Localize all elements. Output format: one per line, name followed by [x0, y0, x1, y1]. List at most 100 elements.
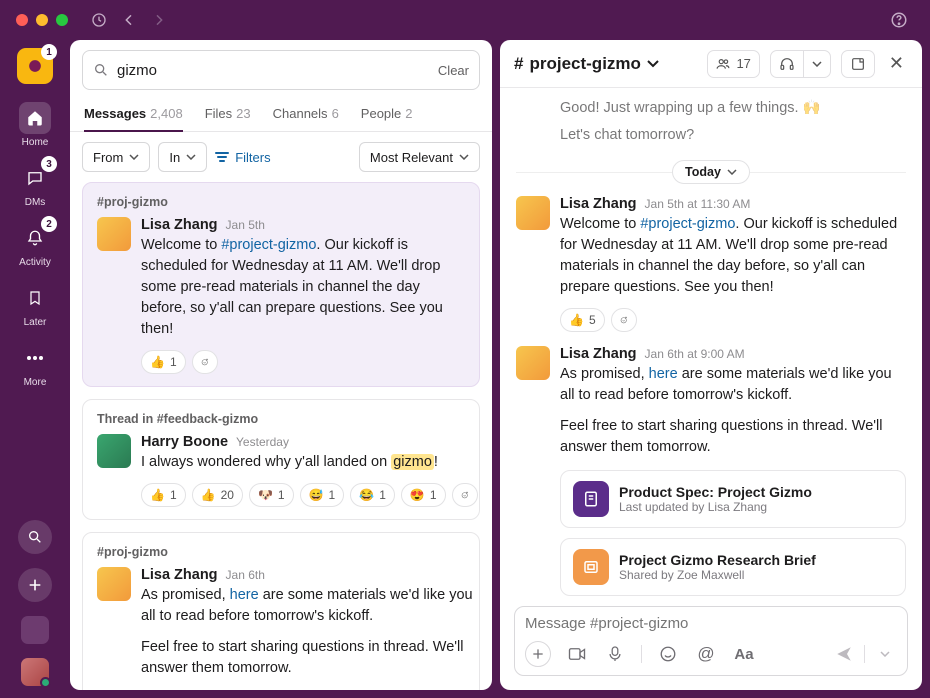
huddle-button[interactable]: [770, 50, 831, 78]
doc-subtitle: Shared by Zoe Maxwell: [619, 568, 816, 582]
forward-icon[interactable]: [148, 9, 170, 31]
avatar[interactable]: [516, 196, 550, 230]
message: Lisa ZhangJan 5th at 11:30 AM Welcome to…: [516, 196, 906, 332]
compose-button[interactable]: [18, 568, 52, 602]
history-icon[interactable]: [88, 9, 110, 31]
filter-from[interactable]: From: [82, 142, 150, 172]
my-workspace-tile[interactable]: [21, 616, 49, 644]
avatar: [97, 567, 131, 601]
chevron-down-icon[interactable]: [804, 51, 830, 77]
nav-home[interactable]: Home: [9, 98, 61, 152]
sort-select[interactable]: Most Relevant: [359, 142, 480, 172]
channel-messages[interactable]: Good! Just wrapping up a few things. 🙌Le…: [500, 88, 922, 598]
channel-title[interactable]: #project-gizmo: [514, 54, 659, 74]
help-icon[interactable]: [888, 9, 910, 31]
search-filters: From In Filters Most Relevant: [70, 132, 492, 182]
add-reaction[interactable]: [611, 308, 637, 332]
window-controls: [16, 14, 68, 26]
message-body: Let's chat tomorrow?: [560, 125, 821, 146]
add-reaction[interactable]: [452, 483, 478, 507]
format-icon[interactable]: Aa: [732, 642, 756, 666]
message-body: Feel free to start sharing questions in …: [141, 637, 480, 679]
close-window[interactable]: [16, 14, 28, 26]
author-name: Harry Boone: [141, 434, 228, 450]
search-results: #proj-gizmo Lisa ZhangJan 5th Welcome to…: [70, 182, 492, 690]
hash-icon: #: [514, 54, 523, 74]
workspace-switcher[interactable]: 1: [17, 48, 53, 84]
search-bar[interactable]: Clear: [82, 50, 480, 90]
reaction[interactable]: 😂1: [350, 483, 395, 507]
nav-dms[interactable]: 3 DMs: [9, 158, 61, 212]
back-icon[interactable]: [118, 9, 140, 31]
attachment-card[interactable]: Project Gizmo Research BriefShared by Zo…: [560, 538, 906, 596]
user-avatar[interactable]: [21, 658, 49, 686]
divider: [641, 645, 642, 663]
search-result[interactable]: #proj-gizmo Lisa ZhangJan 5th Welcome to…: [82, 182, 480, 387]
nav-later[interactable]: Later: [9, 278, 61, 332]
close-panel[interactable]: ✕: [885, 53, 908, 74]
members-button[interactable]: 17: [707, 50, 759, 78]
composer-input[interactable]: [525, 615, 897, 632]
send-options[interactable]: [873, 642, 897, 666]
date-divider[interactable]: Today: [672, 160, 750, 184]
emoji-icon[interactable]: [656, 642, 680, 666]
author-name[interactable]: Lisa Zhang: [560, 196, 637, 212]
send-button[interactable]: [832, 642, 856, 666]
add-reaction[interactable]: [192, 350, 218, 374]
pill-label: In: [169, 150, 180, 165]
chevron-down-icon: [647, 60, 659, 68]
reaction[interactable]: 👍1: [141, 483, 186, 507]
canvas-button[interactable]: [841, 50, 875, 78]
clear-search[interactable]: Clear: [438, 63, 469, 78]
timestamp: Jan 5th at 11:30 AM: [645, 197, 751, 211]
home-icon: [19, 102, 51, 134]
message-link[interactable]: here: [230, 587, 259, 603]
video-icon[interactable]: [565, 642, 589, 666]
tab-count: 6: [332, 106, 339, 121]
avatar[interactable]: [516, 346, 550, 380]
channel-link[interactable]: #project-gizmo: [640, 216, 735, 232]
nav-activity[interactable]: 2 Activity: [9, 218, 61, 272]
chevron-down-icon: [186, 154, 196, 160]
mention-icon[interactable]: @: [694, 642, 718, 666]
tab-label: Messages: [84, 106, 146, 121]
author-name[interactable]: Lisa Zhang: [560, 346, 637, 362]
filter-label: Filters: [235, 150, 270, 165]
reaction[interactable]: 🐶1: [249, 483, 294, 507]
search-result[interactable]: Thread in #feedback-gizmo Harry BooneYes…: [82, 399, 480, 520]
message: Lisa ZhangJan 6th at 9:00 AM As promised…: [516, 346, 906, 598]
attach-button[interactable]: [525, 641, 551, 667]
global-search-button[interactable]: [18, 520, 52, 554]
reaction[interactable]: 👍5: [560, 308, 605, 332]
tab-messages[interactable]: Messages2,408: [84, 98, 183, 131]
reaction[interactable]: 😅1: [300, 483, 345, 507]
message-link[interactable]: here: [649, 366, 678, 382]
search-icon: [93, 62, 109, 78]
message-body: Welcome to #project-gizmo. Our kickoff i…: [141, 235, 465, 340]
mic-icon[interactable]: [603, 642, 627, 666]
divider: [864, 645, 865, 663]
tab-files[interactable]: Files23: [205, 98, 251, 131]
nav-rail: 1 Home 3 DMs 2 Activity Later More: [0, 40, 70, 698]
message-composer[interactable]: @ Aa: [514, 606, 908, 676]
search-input[interactable]: [117, 62, 438, 79]
filter-in[interactable]: In: [158, 142, 207, 172]
presence-indicator: [40, 677, 51, 688]
channel-header: #project-gizmo 17 ✕: [500, 40, 922, 88]
tab-channels[interactable]: Channels6: [273, 98, 339, 131]
attachment-card[interactable]: Product Spec: Project GizmoLast updated …: [560, 470, 906, 528]
reaction[interactable]: 👍20: [192, 483, 243, 507]
reaction[interactable]: 👍1: [141, 350, 186, 374]
add-reaction-icon: [201, 354, 209, 370]
reaction[interactable]: 😍1: [401, 483, 446, 507]
match-highlight: gizmo: [391, 454, 434, 470]
minimize-window[interactable]: [36, 14, 48, 26]
nav-more[interactable]: More: [9, 338, 61, 392]
channel-link[interactable]: #project-gizmo: [221, 237, 316, 253]
chevron-down-icon: [727, 169, 737, 175]
result-channel: Thread in #feedback-gizmo: [97, 412, 465, 426]
search-result[interactable]: #proj-gizmo Lisa ZhangJan 6th As promise…: [82, 532, 480, 690]
filter-more[interactable]: Filters: [215, 150, 270, 165]
maximize-window[interactable]: [56, 14, 68, 26]
tab-people[interactable]: People2: [361, 98, 413, 131]
